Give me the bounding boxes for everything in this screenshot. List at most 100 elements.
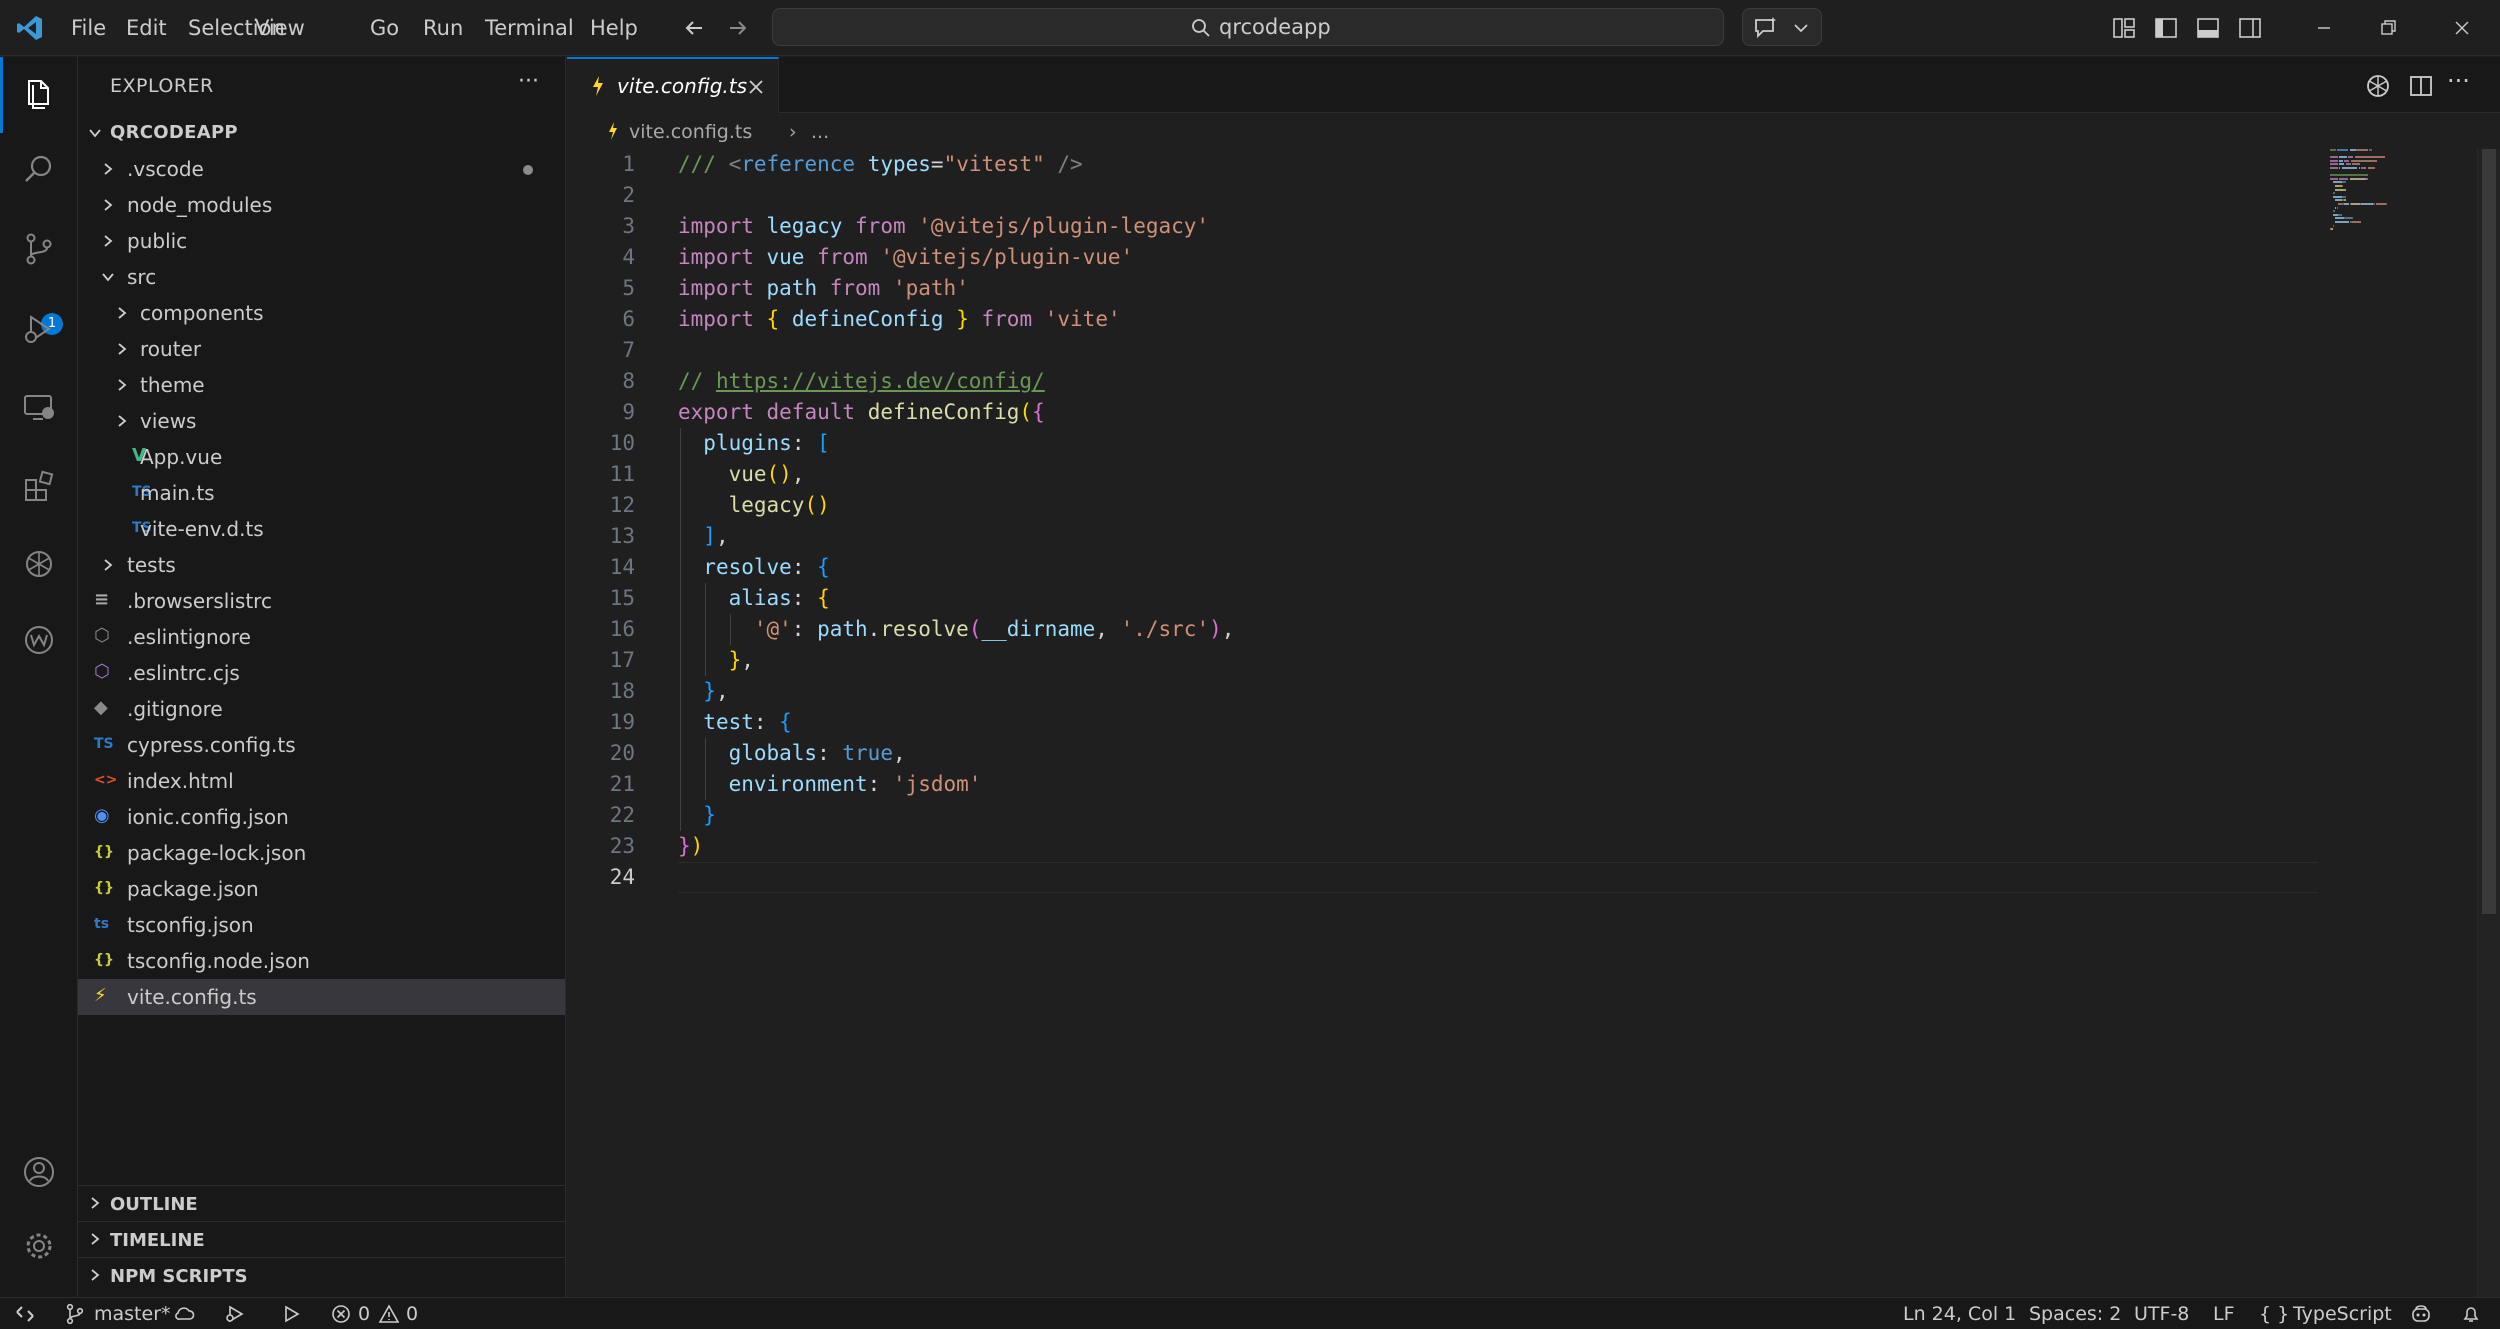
code-line[interactable]: 19 test: { [567, 707, 2467, 738]
menu-edit[interactable]: Edit [126, 15, 167, 41]
folder-src[interactable]: src [78, 259, 565, 295]
sync-cloud-icon[interactable] [174, 1303, 196, 1325]
workspace-root[interactable]: QRCODEAPP [78, 115, 565, 151]
folder-router[interactable]: router [78, 331, 565, 367]
code-line[interactable]: 18 }, [567, 676, 2467, 707]
file-eslintrc-cjs[interactable]: ⬡ .eslintrc.cjs [78, 655, 565, 691]
extensions-icon[interactable] [19, 467, 59, 507]
split-editor-icon[interactable] [2407, 72, 2435, 100]
vscode-logo-icon[interactable] [16, 14, 44, 42]
scrollbar-thumb[interactable] [2482, 149, 2496, 914]
breadcrumb-symbols[interactable]: ... [811, 121, 829, 143]
run-icon[interactable] [280, 1303, 302, 1325]
file-tsconfig-node-json[interactable]: {} tsconfig.node.json [78, 943, 565, 979]
debug-icon[interactable] [224, 1303, 246, 1325]
file-app-vue[interactable]: V App.vue [78, 439, 565, 475]
back-arrow-icon[interactable] [680, 14, 708, 42]
error-icon[interactable] [330, 1303, 352, 1325]
file-tsconfig-json[interactable]: ts tsconfig.json [78, 907, 565, 943]
file-eslintignore[interactable]: ⬡ .eslintignore [78, 619, 565, 655]
search-icon[interactable] [19, 150, 59, 190]
settings-gear-icon[interactable] [19, 1226, 59, 1266]
code-line[interactable]: 9 export default defineConfig({ [567, 397, 2467, 428]
toggle-primary-sidebar-icon[interactable] [2152, 14, 2180, 42]
folder-views[interactable]: views [78, 403, 565, 439]
end-of-line[interactable]: LF [2213, 1302, 2235, 1326]
remote-explorer-icon[interactable] [19, 387, 59, 427]
tab-vite-config[interactable]: vite.config.ts [567, 57, 779, 113]
file-main-ts[interactable]: TS main.ts [78, 475, 565, 511]
code-line[interactable]: 23}) [567, 831, 2467, 862]
folder-vscode[interactable]: .vscode [78, 151, 565, 187]
warning-icon[interactable] [378, 1303, 400, 1325]
minimap[interactable] [2330, 149, 2420, 249]
cursor-position[interactable]: Ln 24, Col 1 [1903, 1302, 2016, 1326]
code-line[interactable]: 4 import vue from '@vitejs/plugin-vue' [567, 242, 2467, 273]
code-line[interactable]: 14 resolve: { [567, 552, 2467, 583]
code-line[interactable]: 1 /// <reference types="vitest" /> [567, 149, 2467, 180]
code-editor[interactable]: 1/// <reference types="vitest" /> 2 3 impor… [567, 149, 2467, 893]
encoding[interactable]: UTF-8 [2134, 1302, 2189, 1326]
code-line[interactable]: 11 vue(), [567, 459, 2467, 490]
language-status-braces[interactable]: { } [2259, 1302, 2289, 1326]
toggle-panel-icon[interactable] [2194, 14, 2222, 42]
account-icon[interactable] [19, 1152, 59, 1192]
file-browserslistrc[interactable]: ≡ .browserslistrc [78, 583, 565, 619]
file-vite-env-d-ts[interactable]: TS vite-env.d.ts [78, 511, 565, 547]
code-line[interactable]: 5 import path from 'path' [567, 273, 2467, 304]
code-line[interactable]: 8 // https://vitejs.dev/config/ [567, 366, 2467, 397]
file-gitignore[interactable]: ◆ .gitignore [78, 691, 565, 727]
command-center-search[interactable]: qrcodeapp [772, 8, 1724, 46]
indentation[interactable]: Spaces: 2 [2029, 1302, 2121, 1326]
code-line[interactable]: 16 '@': path.resolve(__dirname, './src')… [567, 614, 2467, 645]
folder-components[interactable]: components [78, 295, 565, 331]
code-line[interactable]: 7 [567, 335, 2467, 366]
file-package-lock-json[interactable]: {} package-lock.json [78, 835, 565, 871]
outline-panel-header[interactable]: OUTLINE [78, 1185, 565, 1219]
code-line[interactable]: 2 [567, 180, 2467, 211]
folder-public[interactable]: public [78, 223, 565, 259]
explorer-icon[interactable] [19, 74, 59, 114]
copilot-chat-button[interactable] [1742, 8, 1822, 46]
minimize-icon[interactable] [2310, 14, 2338, 42]
editor-scrollbar[interactable] [2477, 149, 2500, 1297]
file-index-html[interactable]: <> index.html [78, 763, 565, 799]
language-mode[interactable]: TypeScript [2293, 1302, 2392, 1326]
restore-icon[interactable] [2374, 14, 2402, 42]
explorer-more-actions[interactable]: ··· [518, 69, 539, 94]
branch-label[interactable]: master* [94, 1302, 171, 1326]
folder-node-modules[interactable]: node_modules [78, 187, 565, 223]
toggle-secondary-sidebar-icon[interactable] [2236, 14, 2264, 42]
menu-file[interactable]: File [71, 15, 106, 41]
menu-view[interactable]: View [255, 15, 305, 41]
file-cypress-config-ts[interactable]: TS cypress.config.ts [78, 727, 565, 763]
chatgpt-icon[interactable] [19, 544, 59, 584]
code-line[interactable]: 22 } [567, 800, 2467, 831]
close-icon[interactable] [745, 76, 767, 98]
code-line[interactable]: 6 import { defineConfig } from 'vite' [567, 304, 2467, 335]
folder-theme[interactable]: theme [78, 367, 565, 403]
file-vite-config-ts[interactable]: ⚡ vite.config.ts [78, 979, 565, 1015]
file-package-json[interactable]: {} package.json [78, 871, 565, 907]
menu-go[interactable]: Go [370, 15, 399, 41]
close-icon[interactable] [2448, 14, 2476, 42]
editor-more-actions[interactable]: ··· [2447, 67, 2470, 95]
code-line[interactable]: 15 alias: { [567, 583, 2467, 614]
breadcrumb-file[interactable]: vite.config.ts [629, 121, 752, 143]
customize-layout-icon[interactable] [2110, 14, 2138, 42]
chatgpt-icon[interactable] [2364, 72, 2392, 100]
codeium-icon[interactable] [19, 620, 59, 660]
copilot-icon[interactable] [2410, 1303, 2432, 1325]
code-line[interactable]: 21 environment: 'jsdom' [567, 769, 2467, 800]
notifications-bell-icon[interactable] [2460, 1303, 2482, 1325]
folder-tests[interactable]: tests [78, 547, 565, 583]
menu-help[interactable]: Help [590, 15, 638, 41]
file-ionic-config-json[interactable]: ◉ ionic.config.json [78, 799, 565, 835]
menu-terminal[interactable]: Terminal [485, 15, 574, 41]
code-line[interactable]: 10 plugins: [ [567, 428, 2467, 459]
code-line[interactable]: 13 ], [567, 521, 2467, 552]
code-line[interactable]: 12 legacy() [567, 490, 2467, 521]
source-control-icon[interactable] [19, 229, 59, 269]
npm-scripts-panel-header[interactable]: NPM SCRIPTS [78, 1257, 565, 1291]
remote-icon[interactable] [14, 1303, 36, 1325]
